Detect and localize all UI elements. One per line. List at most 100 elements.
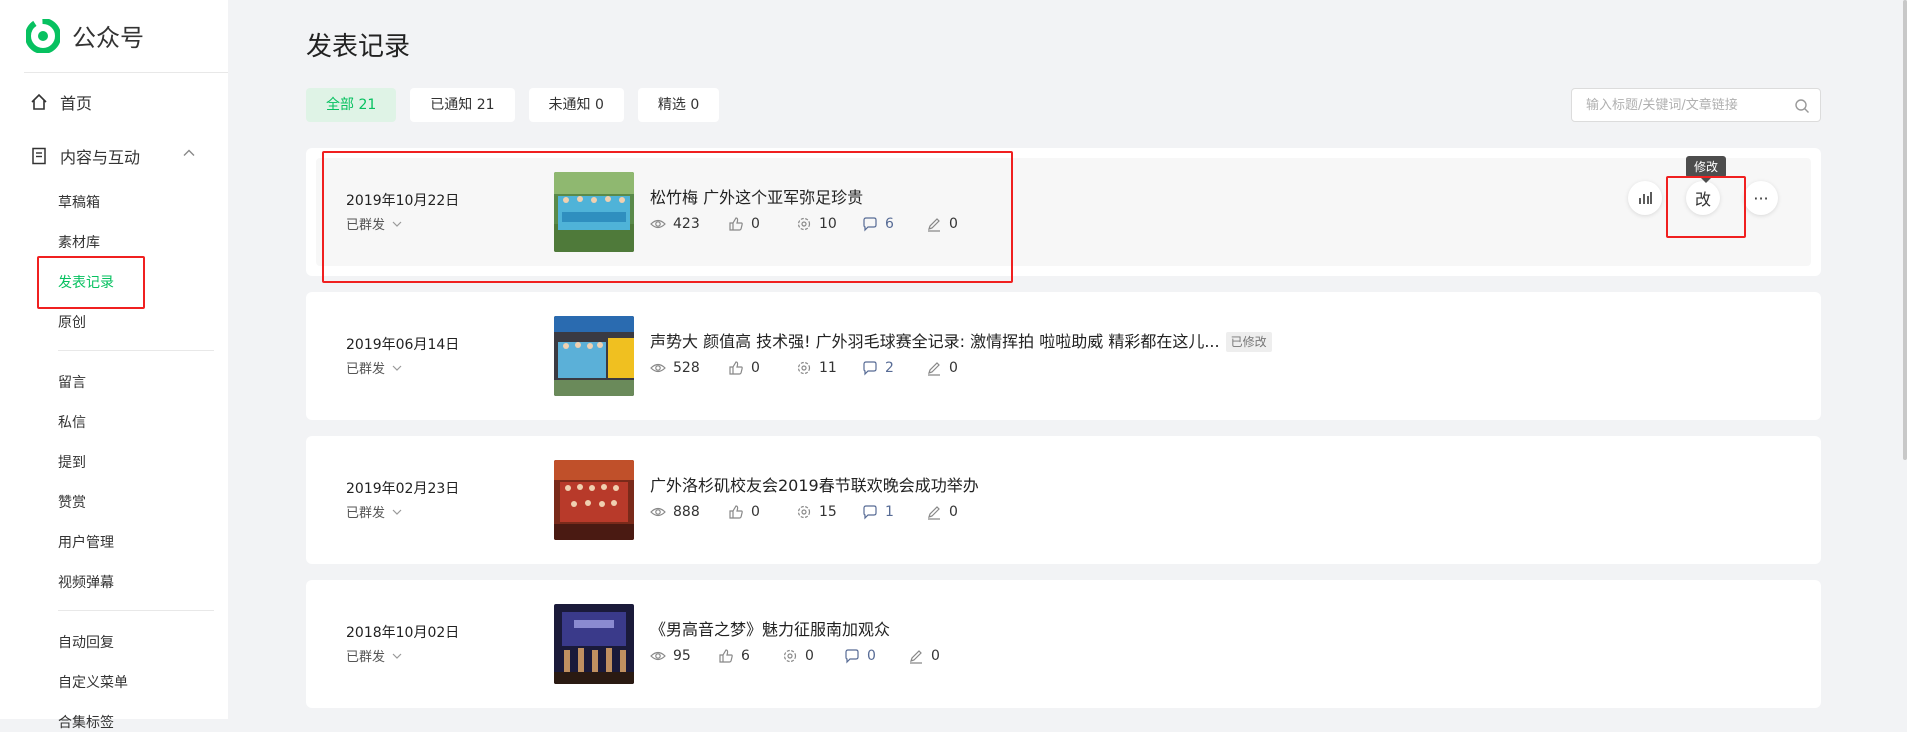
comments-count: 0 (867, 648, 876, 664)
shares-count: 10 (819, 216, 837, 232)
sidebar-item-materials[interactable]: 素材库 (58, 232, 100, 252)
home-icon (31, 93, 47, 110)
article-thumbnail[interactable] (554, 316, 634, 396)
article-stats: 528 0 11 2 0 (650, 360, 958, 376)
article-thumbnail[interactable] (554, 604, 634, 684)
comments-stat[interactable]: 0 (844, 648, 908, 664)
article-title[interactable]: 声势大 颜值高 技术强! 广外羽毛球赛全记录: 激情挥拍 啦啦助威 精彩都在这儿… (650, 328, 1272, 352)
sidebar-item-mentions[interactable]: 提到 (58, 452, 86, 472)
scrollbar[interactable] (1903, 0, 1907, 460)
page-title: 发表记录 (306, 32, 411, 62)
article-card[interactable]: 2019年10月22日 已群发 松竹梅 广外这个亚军弥足珍贵 423 0 10 … (306, 148, 1821, 276)
views-stat: 888 (650, 504, 728, 520)
edit-button[interactable]: 改 (1686, 181, 1720, 215)
tab-notified[interactable]: 已通知 21 (410, 88, 515, 122)
sidebar-item-comments[interactable]: 留言 (58, 372, 86, 392)
share-gear-icon (797, 361, 811, 375)
likes-stat: 0 (728, 504, 796, 520)
sidebar-item-auto-reply[interactable]: 自动回复 (58, 632, 114, 652)
nav-home[interactable]: 首页 (30, 90, 92, 114)
pen-icon (910, 650, 922, 664)
article-title[interactable]: 《男高音之梦》魅力征服南加观众 (650, 616, 890, 640)
article-title[interactable]: 松竹梅 广外这个亚军弥足珍贵 (650, 184, 863, 208)
comments-count: 1 (885, 504, 894, 520)
likes-stat: 0 (728, 360, 796, 376)
nav-home-label: 首页 (60, 94, 93, 113)
article-thumbnail[interactable] (554, 172, 634, 252)
article-title-text: 松竹梅 广外这个亚军弥足珍贵 (650, 188, 864, 207)
eye-icon (650, 363, 666, 373)
edits-count: 0 (949, 216, 958, 232)
nav-content-interaction[interactable]: 内容与互动 (30, 144, 140, 168)
pen-icon (928, 506, 940, 520)
comments-count: 2 (885, 360, 894, 376)
more-button[interactable]: ··· (1744, 181, 1778, 215)
edits-count: 0 (949, 504, 958, 520)
pen-icon (928, 362, 940, 376)
tab-not-notified[interactable]: 未通知 0 (528, 88, 624, 122)
sidebar-item-publish-records[interactable]: 发表记录 (58, 272, 114, 292)
search-icon[interactable] (1794, 98, 1810, 114)
sidebar-item-original[interactable]: 原创 (58, 312, 86, 332)
sidebar-item-users[interactable]: 用户管理 (58, 532, 114, 552)
status-text: 已群发 (346, 506, 386, 521)
status-dropdown[interactable]: 已群发 (346, 502, 403, 521)
thumbnail-image-icon (554, 172, 634, 252)
chevron-down-icon (392, 221, 402, 227)
sidebar-item-messages[interactable]: 私信 (58, 412, 86, 432)
shares-stat: 11 (796, 360, 862, 376)
thumbs-up-icon (729, 217, 743, 231)
likes-stat: 6 (718, 648, 782, 664)
search-input[interactable] (1572, 89, 1786, 121)
sidebar-item-collection-tags[interactable]: 合集标签 (58, 712, 114, 732)
views-count: 423 (673, 216, 700, 232)
thumbs-up-icon (729, 361, 743, 375)
sidebar-item-drafts[interactable]: 草稿箱 (58, 192, 100, 212)
views-count: 528 (673, 360, 700, 376)
wechat-mp-logo-icon (26, 18, 60, 53)
article-title[interactable]: 广外洛杉矶校友会2019春节联欢晚会成功举办 (650, 472, 979, 496)
shares-count: 11 (819, 360, 837, 376)
shares-stat: 0 (782, 648, 844, 664)
views-count: 95 (673, 648, 691, 664)
comments-count: 6 (885, 216, 894, 232)
status-text: 已群发 (346, 218, 386, 233)
article-card[interactable]: 2019年06月14日 已群发 声势大 颜值高 技术强! 广外羽毛球赛全记录: … (306, 292, 1821, 420)
chevron-up-icon[interactable] (182, 146, 196, 160)
article-title-text: 《男高音之梦》魅力征服南加观众 (650, 620, 891, 639)
edits-stat: 0 (908, 648, 940, 664)
sidebar: 公众号 首页 内容与互动 草稿箱 素材库 发表记录 原创 留言 私信 提到 赞赏… (0, 0, 228, 731)
status-dropdown[interactable]: 已群发 (346, 646, 403, 665)
tab-featured[interactable]: 精选 0 (637, 88, 720, 122)
sidebar-item-rewards[interactable]: 赞赏 (58, 492, 86, 512)
status-dropdown[interactable]: 已群发 (346, 358, 403, 377)
chevron-down-icon (392, 653, 402, 659)
likes-count: 0 (751, 360, 760, 376)
comments-stat[interactable]: 1 (862, 504, 926, 520)
article-title-text: 声势大 颜值高 技术强! 广外羽毛球赛全记录: 激情挥拍 啦啦助威 精彩都在这儿… (650, 332, 1220, 351)
comment-icon (863, 217, 877, 232)
brand[interactable]: 公众号 (26, 18, 144, 53)
shares-stat: 10 (796, 216, 862, 232)
eye-icon (650, 651, 666, 661)
article-card[interactable]: 2019年02月23日 已群发 广外洛杉矶校友会2019春节联欢晚会成功举办 8… (306, 436, 1821, 564)
comments-stat[interactable]: 2 (862, 360, 926, 376)
document-icon (32, 147, 46, 165)
article-title-text: 广外洛杉矶校友会2019春节联欢晚会成功举办 (650, 476, 979, 495)
thumbnail-image-icon (554, 460, 634, 540)
publish-date: 2018年10月02日 (346, 625, 460, 641)
analytics-button[interactable] (1628, 181, 1662, 215)
edits-stat: 0 (926, 216, 958, 232)
views-stat: 423 (650, 216, 728, 232)
filter-tabs: 全部 21 已通知 21 未通知 0 精选 0 (306, 88, 733, 122)
chevron-down-icon (392, 365, 402, 371)
edit-tooltip: 修改 (1686, 156, 1726, 183)
comments-stat[interactable]: 6 (862, 216, 926, 232)
article-card[interactable]: 2018年10月02日 已群发 《男高音之梦》魅力征服南加观众 95 6 0 0… (306, 580, 1821, 708)
status-dropdown[interactable]: 已群发 (346, 214, 403, 233)
eye-icon (650, 507, 666, 517)
tab-all[interactable]: 全部 21 (306, 88, 397, 122)
sidebar-item-danmaku[interactable]: 视频弹幕 (58, 572, 114, 592)
sidebar-item-custom-menu[interactable]: 自定义菜单 (58, 672, 128, 692)
article-thumbnail[interactable] (554, 460, 634, 540)
